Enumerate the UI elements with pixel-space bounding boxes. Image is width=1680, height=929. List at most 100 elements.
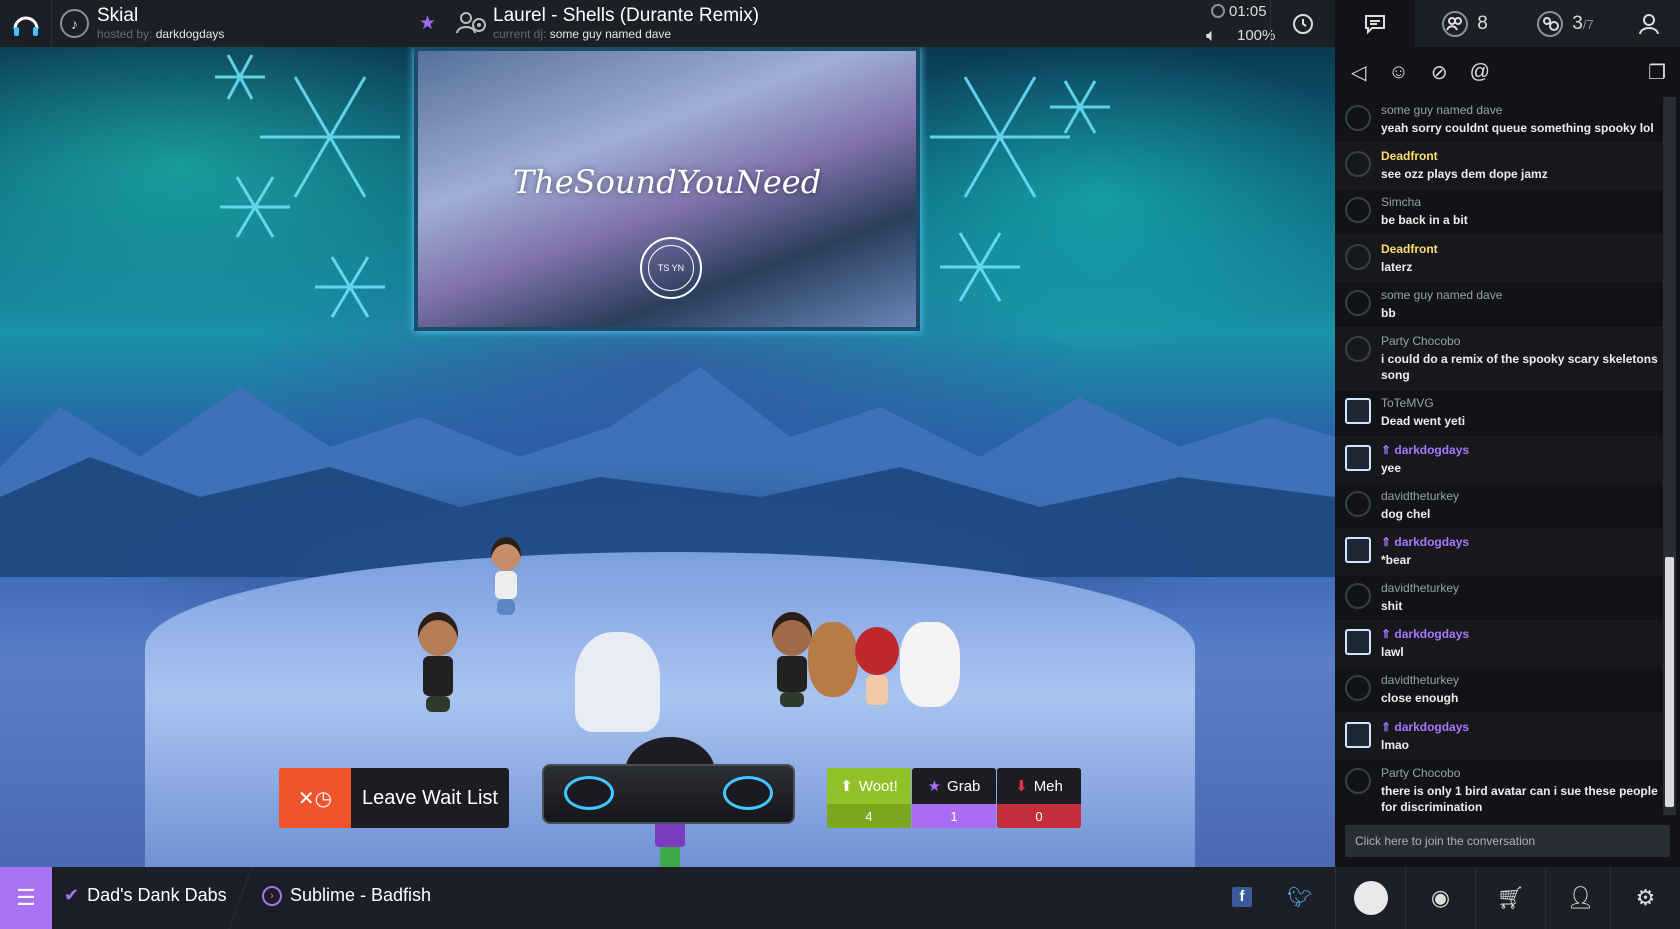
play-next-icon: › <box>262 886 282 907</box>
chat-username[interactable]: some guy named dave <box>1381 103 1659 117</box>
chat-username[interactable]: davidtheturkey <box>1381 581 1659 595</box>
chat-username[interactable]: Simcha <box>1381 195 1659 209</box>
grab-label: Grab <box>947 777 981 795</box>
chat-username[interactable]: ⇑ darkdogdays <box>1381 443 1659 457</box>
chat-username[interactable]: Party Chocobo <box>1381 766 1659 780</box>
history-icon <box>1292 13 1313 34</box>
mute-icon[interactable]: ⊘ <box>1431 60 1448 85</box>
grab-count: 1 <box>912 804 996 828</box>
user-avatar-icon[interactable] <box>1345 197 1371 224</box>
history-button[interactable] <box>1270 0 1334 47</box>
yeti-avatar[interactable] <box>575 632 660 732</box>
favorite-star-icon[interactable]: ★ <box>419 12 436 35</box>
music-note-icon[interactable]: ♪ <box>60 9 89 38</box>
grab-star-icon: ★ <box>927 778 942 795</box>
chat-username[interactable]: ⇑ darkdogdays <box>1381 627 1659 641</box>
room-host: hosted by: darkdogdays <box>97 27 224 41</box>
chat-message: davidtheturkey close enough <box>1335 667 1667 714</box>
chat-scrollbar[interactable] <box>1663 97 1676 815</box>
scrollbar-thumb[interactable] <box>1665 557 1674 807</box>
user-avatar-icon[interactable] <box>1345 151 1371 178</box>
facebook-icon[interactable]: f <box>1232 887 1252 907</box>
user-avatar-icon[interactable] <box>1345 675 1371 702</box>
chat-username[interactable]: Deadfront <box>1381 149 1659 163</box>
user-avatar-icon[interactable] <box>1345 583 1371 610</box>
user-avatar-icon[interactable] <box>1345 335 1371 362</box>
user-avatar-icon[interactable] <box>1345 767 1371 794</box>
cart-icon: 🛒︎ <box>1496 885 1525 910</box>
chat-text: *bear <box>1381 552 1412 567</box>
chat-text: there is only 1 bird avatar can i sue th… <box>1381 783 1658 814</box>
user-avatar-icon[interactable] <box>1345 444 1371 471</box>
chat-username[interactable]: some guy named dave <box>1381 288 1659 302</box>
leave-wait-list-button[interactable]: ✕◷ Leave Wait List <box>279 768 509 828</box>
badge-icon: ◉ <box>1430 885 1451 910</box>
chat-message: Simcha be back in a bit <box>1335 189 1667 236</box>
chat-username[interactable]: davidtheturkey <box>1381 673 1659 687</box>
chat-text: be back in a bit <box>1381 213 1468 228</box>
waitlist-position: 3 <box>1572 12 1583 34</box>
tab-waitlist[interactable]: 3/7 <box>1515 0 1615 47</box>
emoji-icon[interactable]: ☺ <box>1388 61 1408 84</box>
meh-button[interactable]: ⬇ Meh 0 <box>997 768 1081 828</box>
badge-button[interactable]: ◉ <box>1405 867 1475 929</box>
channel-seal-logo: TS YN <box>640 237 702 299</box>
snowflake-right-decoration <box>930 76 1110 302</box>
woot-button[interactable]: ⬆ Woot! 4 <box>827 768 911 828</box>
playlist-menu-button[interactable]: ☰ <box>0 867 52 929</box>
chat-text: shit <box>1381 599 1403 614</box>
next-song[interactable]: › Sublime - Badfish <box>262 885 431 907</box>
active-playlist[interactable]: ✔ Dad's Dank Dabs <box>64 885 227 906</box>
bear-avatar[interactable] <box>808 622 858 697</box>
meh-label: Meh <box>1033 777 1063 795</box>
waitlist-icon <box>1537 10 1564 37</box>
settings-button[interactable]: ⚙ <box>1610 867 1680 929</box>
current-dj-name[interactable]: some guy named dave <box>550 27 671 41</box>
current-dj: current dj: some guy named dave <box>493 27 671 41</box>
chat-username[interactable]: ToTeMVG <box>1381 396 1659 410</box>
user-avatar-icon[interactable] <box>1345 629 1371 656</box>
chat-text: close enough <box>1381 691 1459 706</box>
chat-text: i could do a remix of the spooky scary s… <box>1381 351 1658 383</box>
tab-chat[interactable] <box>1335 0 1415 47</box>
chat-username[interactable]: ⇑ darkdogdays <box>1381 720 1659 734</box>
avatar-button[interactable] <box>1335 867 1405 929</box>
mention-icon[interactable]: @ <box>1470 61 1490 84</box>
audience-avatar[interactable] <box>413 612 463 712</box>
chat-username[interactable]: ⇑ darkdogdays <box>1381 535 1659 549</box>
chat-username[interactable]: Deadfront <box>1381 242 1659 256</box>
dog-avatar[interactable] <box>900 622 960 707</box>
tab-audience[interactable]: 8 <box>1417 0 1512 47</box>
app: ♪ Skial hosted by: darkdogdays ★ Laurel … <box>0 0 1680 929</box>
chat-message: davidtheturkey dog chel <box>1335 483 1667 529</box>
audience-avatar[interactable] <box>852 627 902 707</box>
volume-icon[interactable]: 🔈︎ <box>1206 25 1217 46</box>
plug-logo-icon[interactable] <box>0 0 52 47</box>
chat-sound-icon[interactable]: ◁ <box>1351 60 1366 85</box>
dj-booth <box>542 764 795 824</box>
chat-username[interactable]: Party Chocobo <box>1381 334 1659 348</box>
room-title[interactable]: Skial <box>97 5 138 27</box>
shop-button[interactable]: 🛒︎ <box>1475 867 1545 929</box>
popout-icon[interactable]: ❐ <box>1648 60 1666 85</box>
woot-count: 4 <box>827 804 911 828</box>
user-avatar-icon[interactable] <box>1345 105 1371 131</box>
audience-avatar[interactable] <box>488 537 524 617</box>
chat-input[interactable] <box>1345 825 1670 857</box>
profile-button[interactable]: 👤︎ <box>1545 867 1615 929</box>
twitter-icon[interactable]: 🐦︎ <box>1287 885 1312 910</box>
grab-button[interactable]: ★ Grab 1 <box>912 768 996 828</box>
user-avatar-icon[interactable] <box>1345 398 1371 425</box>
host-name[interactable]: darkdogdays <box>156 27 225 41</box>
user-icon: 👤︎ <box>1566 885 1595 910</box>
user-avatar-icon[interactable] <box>1345 490 1371 517</box>
leave-wait-list-label: Leave Wait List <box>362 786 498 809</box>
chat-messages[interactable]: some guy named dave yeah sorry couldnt qu… <box>1335 97 1667 815</box>
user-avatar-icon[interactable] <box>1345 243 1371 270</box>
chat-username[interactable]: davidtheturkey <box>1381 489 1659 503</box>
user-avatar-icon[interactable] <box>1345 289 1371 316</box>
user-avatar-icon[interactable] <box>1345 536 1371 563</box>
tab-profile[interactable] <box>1617 0 1680 47</box>
user-avatar-icon[interactable] <box>1345 721 1371 748</box>
chat-text: dog chel <box>1381 506 1431 521</box>
